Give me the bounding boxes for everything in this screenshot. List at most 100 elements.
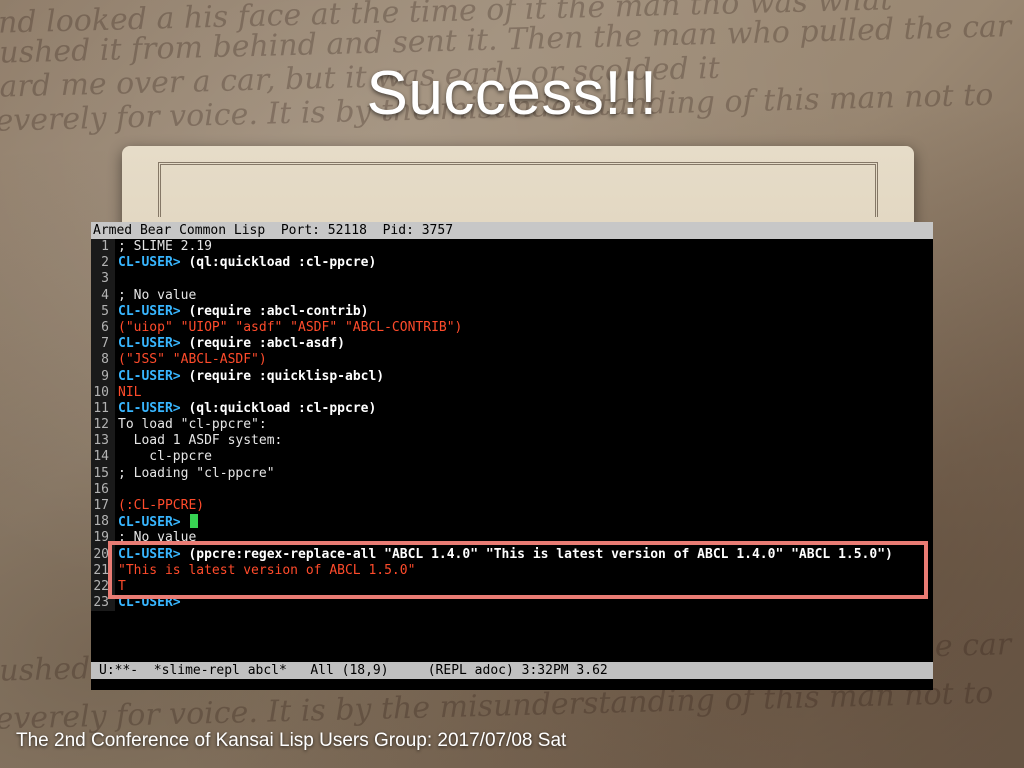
line-content: CL-USER> (ppcre:regex-replace-all "ABCL …	[115, 547, 893, 563]
line-number: 22	[91, 578, 111, 596]
line-content: CL-USER> (require :quicklisp-abcl)	[115, 369, 384, 385]
repl-input: (ql:quickload :cl-ppcre)	[188, 400, 377, 416]
line-content	[115, 482, 118, 498]
line-number: 6	[91, 319, 111, 337]
repl-output: ("JSS" "ABCL-ASDF")	[118, 352, 267, 368]
repl-input: (ql:quickload :cl-ppcre)	[188, 255, 377, 271]
repl-output: (:CL-PPCRE)	[118, 498, 205, 513]
repl-prompt: CL-USER>	[118, 546, 189, 562]
line-number: 17	[91, 498, 111, 515]
line-number: 13	[91, 433, 111, 450]
repl-line[interactable]: 9 CL-USER> (require :quicklisp-abcl)	[91, 368, 933, 385]
repl-prompt: CL-USER>	[118, 515, 189, 531]
repl-line[interactable]: 4 ; No value	[91, 287, 933, 304]
repl-output: ; No value	[118, 287, 197, 303]
line-content: CL-USER> (require :abcl-asdf)	[115, 336, 345, 352]
repl-input: (require :abcl-contrib)	[188, 303, 369, 319]
repl-line[interactable]: 20 CL-USER> (ppcre:regex-replace-all "ABC…	[91, 546, 933, 563]
line-number: 5	[91, 303, 111, 320]
line-number: 10	[91, 384, 111, 401]
line-content: NIL	[115, 385, 141, 401]
repl-prompt: CL-USER>	[118, 255, 189, 271]
line-number: 1	[91, 239, 111, 256]
line-number: 21	[91, 562, 111, 579]
repl-input: (require :quicklisp-abcl)	[188, 368, 385, 384]
slide-title: Success!!!	[366, 59, 658, 128]
repl-buffer[interactable]: 1 ; SLIME 2.19 2 CL-USER> (ql:quickload :cl…	[91, 239, 933, 612]
repl-line[interactable]: 18 CL-USER>	[91, 514, 933, 531]
text-cursor	[190, 514, 199, 529]
repl-output: ; Loading "cl-ppcre"	[118, 465, 275, 481]
repl-output: "This is latest version of ABCL 1.5.0"	[118, 562, 416, 578]
line-content: ("JSS" "ABCL-ASDF")	[115, 352, 267, 368]
line-content: CL-USER>	[115, 595, 188, 611]
card-ornament	[158, 162, 878, 217]
repl-input: (require :abcl-asdf)	[188, 336, 345, 352]
repl-line[interactable]: 7 CL-USER> (require :abcl-asdf)	[91, 336, 933, 353]
repl-prompt: CL-USER>	[118, 336, 189, 352]
repl-output: T	[118, 578, 126, 594]
repl-line[interactable]: 5 CL-USER> (require :abcl-contrib)	[91, 303, 933, 320]
repl-line[interactable]: 17 (:CL-PPCRE)	[91, 498, 933, 515]
line-number: 14	[91, 449, 111, 466]
line-number: 12	[91, 417, 111, 434]
repl-line[interactable]: 6 ("uiop" "UIOP" "asdf" "ASDF" "ABCL-CONT…	[91, 319, 933, 337]
repl-output: To load "cl-ppcre":	[118, 417, 267, 433]
repl-line[interactable]: 12 To load "cl-ppcre":	[91, 417, 933, 434]
line-content: CL-USER> (require :abcl-contrib)	[115, 304, 368, 320]
slide-footer: The 2nd Conference of Kansai Lisp Users …	[16, 730, 567, 751]
emacs-slime-repl-window[interactable]: Armed Bear Common Lisp Port: 52118 Pid: …	[91, 222, 933, 690]
line-content: ; No value	[115, 288, 196, 304]
line-content: ; SLIME 2.19	[115, 239, 212, 255]
repl-output: ("uiop" "UIOP" "asdf" "ASDF" "ABCL-CONTR…	[118, 319, 463, 335]
line-number: 7	[91, 336, 111, 353]
line-number: 8	[91, 352, 111, 369]
line-number: 16	[91, 481, 111, 498]
repl-line[interactable]: 16	[91, 481, 933, 498]
repl-line[interactable]: 3	[91, 271, 933, 288]
line-number: 3	[91, 271, 111, 288]
repl-line[interactable]: 19 ; No value	[91, 530, 933, 547]
line-number: 18	[91, 514, 111, 531]
repl-output: ; No value	[118, 530, 197, 546]
line-content	[115, 271, 118, 287]
line-number: 15	[91, 465, 111, 482]
repl-output: Load 1 ASDF system:	[118, 433, 283, 449]
repl-prompt: CL-USER>	[118, 595, 189, 611]
line-number: 4	[91, 287, 111, 304]
line-number: 23	[91, 595, 111, 612]
repl-line[interactable]: 1 ; SLIME 2.19	[91, 239, 933, 256]
line-content: CL-USER> (ql:quickload :cl-ppcre)	[115, 401, 376, 417]
repl-output: cl-ppcre	[118, 449, 212, 465]
terminal-header: Armed Bear Common Lisp Port: 52118 Pid: …	[91, 222, 933, 239]
repl-line[interactable]: 14 cl-ppcre	[91, 449, 933, 466]
repl-line[interactable]: 23 CL-USER>	[91, 595, 933, 612]
repl-prompt: CL-USER>	[118, 303, 189, 319]
line-content: ("uiop" "UIOP" "asdf" "ASDF" "ABCL-CONTR…	[115, 320, 462, 336]
line-content: ; No value	[115, 530, 196, 546]
repl-prompt: CL-USER>	[118, 368, 189, 384]
repl-line[interactable]: 13 Load 1 ASDF system:	[91, 433, 933, 450]
line-content: Load 1 ASDF system:	[115, 433, 283, 449]
repl-line[interactable]: 21 "This is latest version of ABCL 1.5.0"	[91, 562, 933, 579]
line-content: To load "cl-ppcre":	[115, 417, 267, 433]
repl-input: (ppcre:regex-replace-all "ABCL 1.4.0" "T…	[188, 546, 893, 562]
repl-line[interactable]: 15 ; Loading "cl-ppcre"	[91, 465, 933, 482]
repl-line[interactable]: 8 ("JSS" "ABCL-ASDF")	[91, 352, 933, 369]
line-content: cl-ppcre	[115, 449, 212, 465]
line-content: T	[115, 579, 126, 595]
emacs-modeline: U:**- *slime-repl abcl* All (18,9) (REPL…	[91, 662, 933, 679]
repl-output: ; SLIME 2.19	[118, 239, 212, 254]
line-number: 9	[91, 368, 111, 385]
line-content: (:CL-PPCRE)	[115, 498, 204, 514]
repl-line[interactable]: 22 T	[91, 578, 933, 596]
line-content: CL-USER>	[115, 514, 199, 531]
line-content: "This is latest version of ABCL 1.5.0"	[115, 563, 415, 579]
repl-line[interactable]: 10 NIL	[91, 384, 933, 401]
repl-prompt: CL-USER>	[118, 400, 189, 416]
repl-line[interactable]: 11 CL-USER> (ql:quickload :cl-ppcre)	[91, 400, 933, 418]
line-number: 20	[91, 546, 111, 563]
line-content: CL-USER> (ql:quickload :cl-ppcre)	[115, 255, 376, 271]
repl-line[interactable]: 2 CL-USER> (ql:quickload :cl-ppcre)	[91, 255, 933, 272]
repl-output: NIL	[118, 384, 142, 400]
